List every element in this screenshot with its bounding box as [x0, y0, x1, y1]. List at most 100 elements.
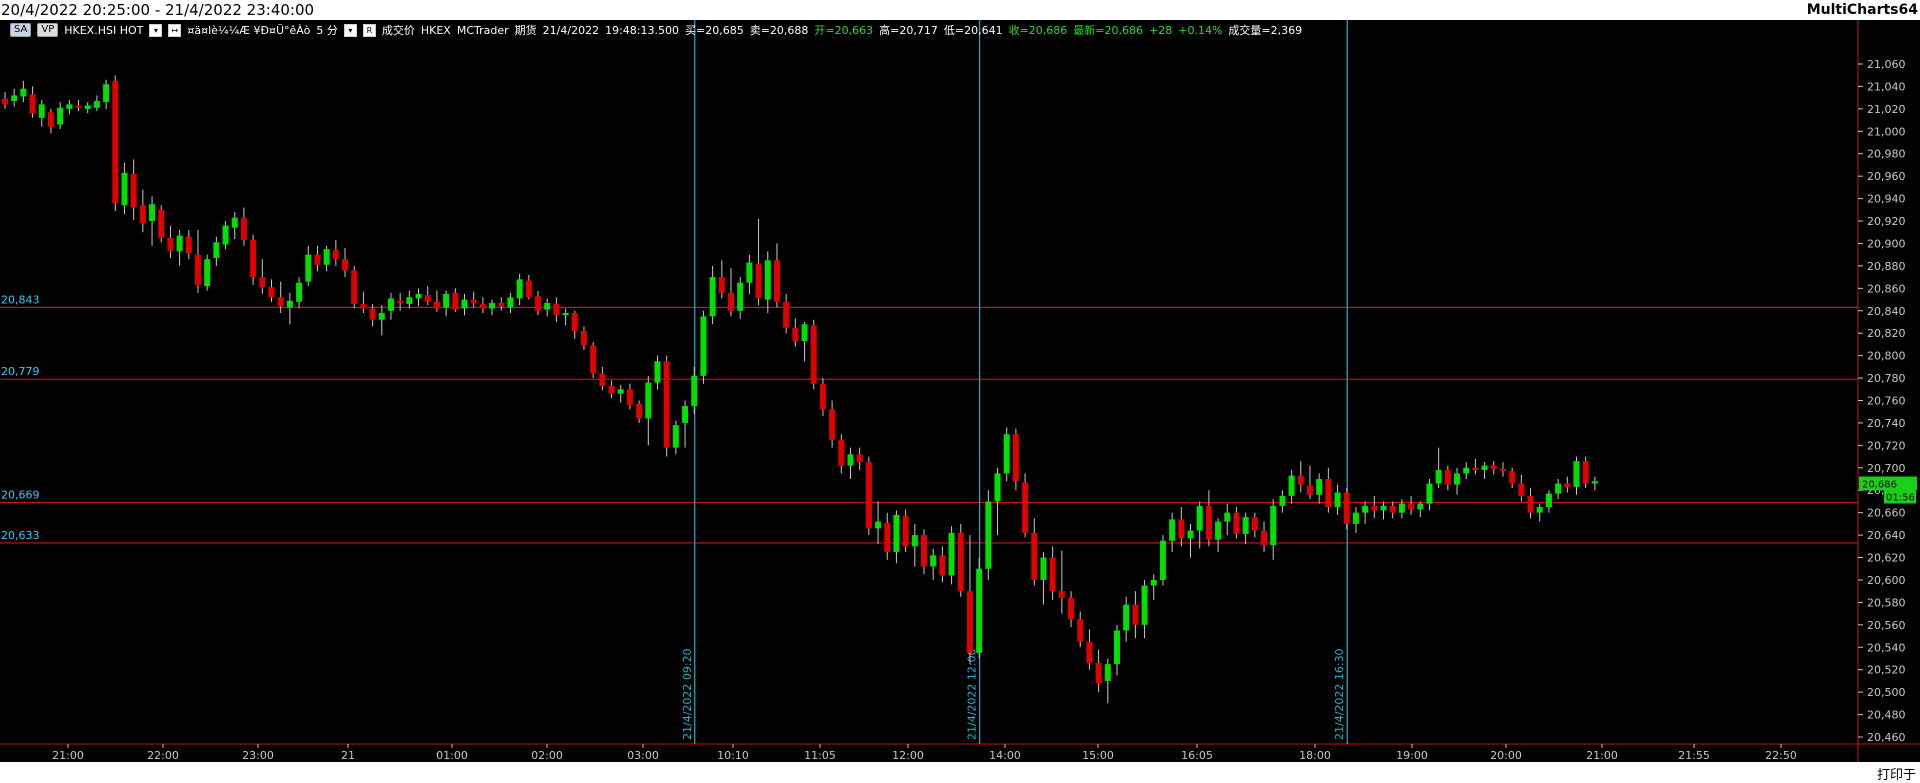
x-tick-label: 10:10: [717, 749, 749, 762]
candle-body: [1242, 517, 1249, 534]
candle-body: [75, 105, 82, 108]
candle-body: [1380, 505, 1387, 511]
chart-settings-icon[interactable]: ↦: [168, 23, 182, 37]
candle-body: [654, 361, 661, 383]
candle-body: [709, 277, 716, 317]
candle-body: [829, 409, 836, 440]
candle-body: [1325, 479, 1332, 508]
candle-body: [1591, 481, 1598, 484]
y-tick-label: 20,660: [1867, 507, 1906, 520]
y-tick-label: 20,500: [1867, 686, 1906, 699]
candle-body: [994, 473, 1001, 502]
candle-body: [939, 555, 946, 576]
y-tick-label: 20,920: [1867, 215, 1906, 228]
candle-body: [2, 98, 8, 105]
candle-body: [1058, 591, 1065, 598]
y-tick-label: 20,620: [1867, 552, 1906, 565]
candle-body: [856, 454, 863, 463]
y-tick-label: 20,640: [1867, 529, 1906, 542]
y-tick-label: 20,860: [1867, 282, 1906, 295]
interval-dropdown-icon[interactable]: ▾: [343, 23, 357, 37]
candle-body: [976, 568, 983, 653]
x-tick-label: 03:00: [627, 749, 659, 762]
last-price-tag: 20,686: [1862, 480, 1897, 491]
y-tick-label: 20,460: [1867, 731, 1906, 744]
candle-body: [755, 263, 762, 299]
candle-body: [167, 237, 174, 252]
candle-body: [47, 112, 54, 127]
r-toggle-icon[interactable]: R: [362, 23, 376, 37]
candle-body: [1334, 492, 1341, 508]
symbol-description: ¤ä¤lè¼¼Æ ¥Ð¤Ü°êÀò: [187, 23, 311, 37]
y-tick-label: 20,740: [1867, 417, 1906, 430]
last-time: 19:48:13.500: [605, 23, 679, 37]
candle-body: [1509, 471, 1516, 484]
change-value: +28: [1149, 23, 1173, 37]
candle-body: [1169, 519, 1176, 541]
candle-body: [764, 260, 771, 300]
candle-body: [149, 204, 156, 222]
candle-body: [461, 299, 468, 309]
candle-body: [535, 296, 542, 311]
x-tick-label: 18:00: [1299, 749, 1331, 762]
candle-body: [498, 302, 505, 307]
candle-body: [571, 313, 578, 331]
candle-body: [516, 279, 523, 299]
candle-body: [1178, 519, 1185, 539]
candle-body: [1564, 483, 1571, 487]
candle-body: [139, 205, 146, 224]
candle-body: [378, 313, 385, 320]
datafeed-label: MCTrader: [456, 23, 509, 37]
symbol-dropdown-icon[interactable]: ▾: [149, 23, 163, 37]
volume-quote: 成交量=2,369: [1228, 24, 1303, 37]
x-tick-label: 23:00: [242, 749, 274, 762]
candle-body: [507, 297, 514, 308]
y-tick-label: 21,060: [1867, 58, 1906, 71]
candle-body: [1261, 530, 1268, 546]
candle-body: [626, 389, 633, 405]
candle-body: [1398, 503, 1405, 513]
y-tick-label: 20,820: [1867, 327, 1906, 340]
candle-body: [204, 259, 211, 287]
candle-body: [250, 240, 257, 278]
candle-body: [553, 304, 560, 316]
candle-body: [1288, 475, 1295, 496]
x-tick-label: 21:55: [1678, 749, 1710, 762]
x-tick-label: 01:00: [436, 749, 468, 762]
candle-body: [93, 101, 100, 108]
x-tick-label: 22:50: [1765, 749, 1797, 762]
candle-body: [406, 297, 413, 305]
candle-body: [801, 324, 808, 342]
x-tick-label: 19:00: [1396, 749, 1428, 762]
candle-body: [259, 277, 266, 288]
candle-body: [452, 292, 459, 310]
vp-button[interactable]: VP: [37, 23, 59, 37]
sa-button[interactable]: SA: [10, 23, 32, 37]
candle-body: [1068, 597, 1075, 620]
candle-body: [185, 236, 192, 254]
symbol-name: HKEX.HSI HOT: [64, 23, 144, 37]
candle-body: [314, 254, 321, 265]
candle-body: [1417, 503, 1424, 510]
exchange-label: HKEX: [420, 23, 451, 37]
candle-body: [277, 297, 284, 307]
candle-body: [663, 361, 670, 448]
price-chart[interactable]: 21,060 21,040 21,020 21,000 20,980 20,960 20,9…: [0, 20, 1920, 762]
chart-area[interactable]: 21,060 21,040 21,020 21,000 20,980 20,960 20,9…: [0, 20, 1920, 762]
y-tick-label: 20,780: [1867, 372, 1906, 385]
candle-body: [847, 454, 854, 466]
x-tick-label: 21:00: [1586, 749, 1618, 762]
candle-body: [1343, 492, 1350, 524]
status-bar: 打印于: [0, 762, 1920, 783]
candle-body: [305, 254, 312, 282]
x-tick-label: 16:05: [1181, 749, 1213, 762]
candle-body: [1150, 579, 1157, 586]
candle-body: [369, 308, 376, 320]
close-quote: 收=20,686: [1008, 24, 1068, 37]
candle-body: [792, 327, 799, 342]
y-tick-label: 21,000: [1867, 125, 1906, 138]
candle-body: [1279, 495, 1286, 506]
candle-body: [700, 316, 707, 376]
candle-body: [397, 300, 404, 303]
y-tick-label: 20,960: [1867, 170, 1906, 183]
